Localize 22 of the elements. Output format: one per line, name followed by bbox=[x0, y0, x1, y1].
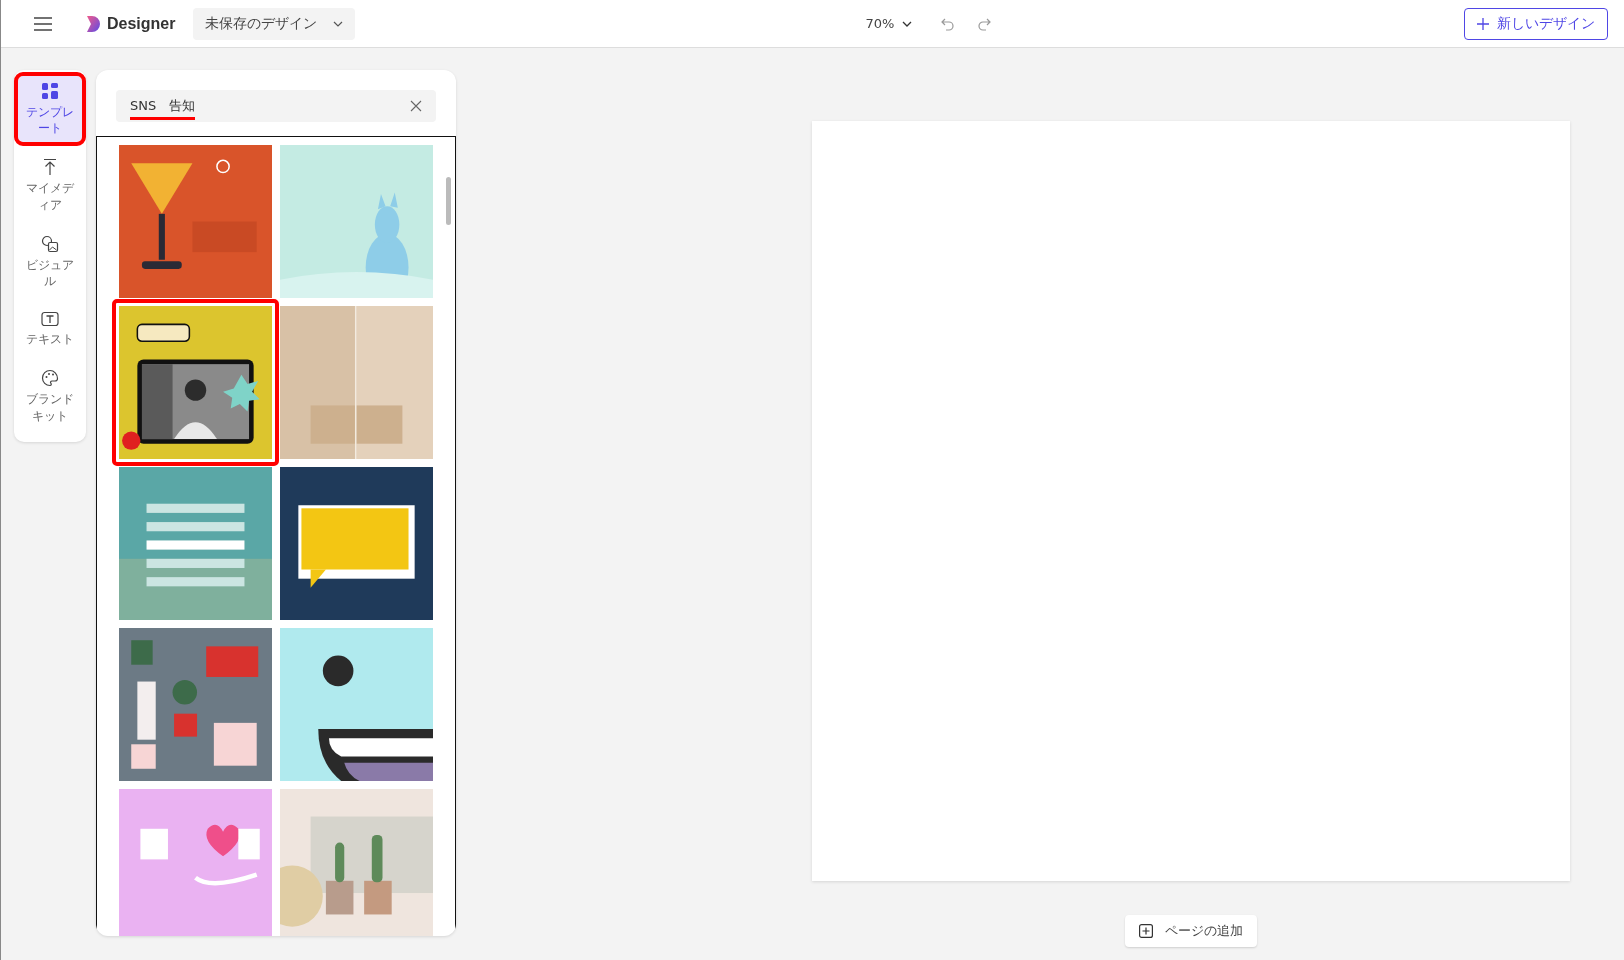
document-title-dropdown[interactable]: 未保存のデザイン bbox=[193, 7, 356, 40]
plus-icon bbox=[1477, 17, 1489, 30]
sidebar-item[interactable]: マイメディア bbox=[18, 152, 82, 219]
chevron-icon bbox=[902, 20, 913, 27]
sidebar-item[interactable]: テキスト bbox=[18, 305, 82, 354]
shapes-icon bbox=[41, 234, 59, 253]
add-page-button[interactable]: ページの追加 bbox=[1125, 915, 1257, 947]
chevron-icon bbox=[333, 20, 344, 27]
sidebar-item[interactable]: ビジュアル bbox=[18, 228, 82, 296]
palette-icon bbox=[41, 369, 59, 388]
new-design-button[interactable]: 新しいデザイン bbox=[1464, 7, 1608, 40]
search-field[interactable]: SNS 告知 bbox=[116, 90, 436, 122]
logo-icon bbox=[85, 14, 101, 33]
text-icon bbox=[41, 311, 59, 328]
zoom-dropdown[interactable]: 70% bbox=[865, 11, 913, 36]
upload-icon bbox=[41, 158, 59, 177]
scrollbar[interactable] bbox=[446, 177, 451, 225]
sidebar-item[interactable]: ブランドキット bbox=[18, 363, 82, 430]
add-icon bbox=[1139, 924, 1153, 938]
grid-icon bbox=[41, 82, 59, 100]
close-icon[interactable] bbox=[410, 100, 422, 112]
app-name: Designer bbox=[107, 14, 176, 33]
